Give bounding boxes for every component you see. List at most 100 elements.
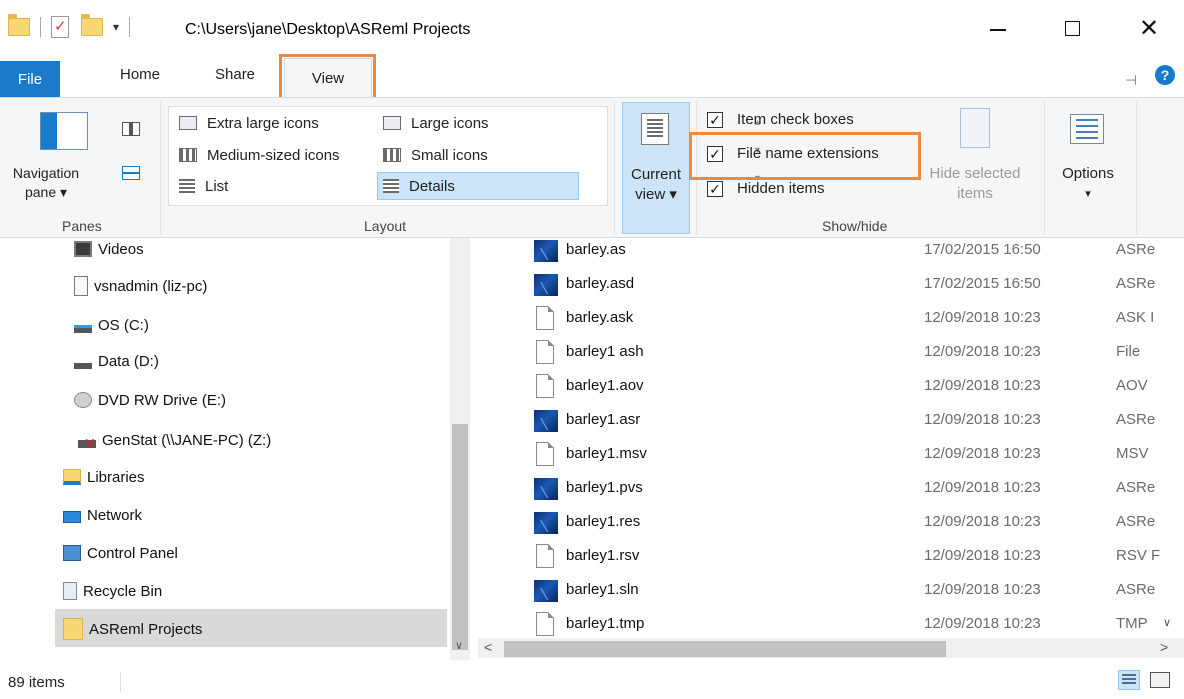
file-name-extensions-option[interactable]: ✓ File name extensions	[707, 145, 879, 162]
file-name-extensions-checkbox[interactable]: ✓	[707, 145, 723, 162]
maximize-button[interactable]	[1049, 10, 1095, 46]
horizontal-scrollbar-thumb[interactable]	[504, 641, 946, 657]
tab-home[interactable]: Home	[120, 66, 160, 83]
customize-toolbar-dropdown[interactable]: ▾	[113, 20, 119, 34]
nav-item-label: Control Panel	[87, 544, 178, 562]
disconnected-network-drive-icon: ✕	[78, 436, 96, 450]
options-button[interactable]: Options ▾	[1052, 164, 1124, 204]
file-row[interactable]: barley1.tmp 12/09/2018 10:23 TMP	[478, 608, 1184, 642]
large-icons-view-toggle-icon[interactable]	[1150, 672, 1170, 688]
drive-icon	[74, 363, 92, 369]
navigation-pane-icon[interactable]	[40, 112, 88, 150]
layout-small-icons[interactable]: Small icons	[383, 143, 488, 167]
new-folder-icon[interactable]	[81, 14, 103, 36]
navigation-pane-button[interactable]: Navigation pane ▾	[6, 164, 86, 202]
asreml-file-icon	[534, 240, 558, 262]
layout-item-label: Large icons	[411, 114, 489, 132]
item-count: 89 items	[8, 674, 65, 691]
file-name: barley.as	[566, 241, 626, 258]
scroll-down-icon[interactable]: ∨	[455, 639, 463, 652]
nav-item-network[interactable]: Network	[63, 498, 142, 532]
hidden-items-option[interactable]: ✓ Hidden items	[707, 180, 825, 197]
file-row[interactable]: barley1.res 12/09/2018 10:23 ASRe	[478, 506, 1184, 540]
layout-extra-large-icons[interactable]: Extra large icons	[179, 111, 319, 135]
file-name: barley1.tmp	[566, 615, 645, 632]
tab-share[interactable]: Share	[215, 66, 255, 83]
file-row[interactable]: barley.as 17/02/2015 16:50 ASRe	[478, 238, 1184, 268]
control-panel-icon	[63, 545, 81, 561]
tab-view-label: View	[311, 69, 345, 87]
nav-pane-scrollbar-thumb[interactable]	[452, 424, 468, 650]
nav-item-libraries[interactable]: Libraries	[63, 460, 145, 494]
nav-item-data-drive[interactable]: Data (D:)	[74, 344, 159, 378]
hide-selected-items-button[interactable]: Hide selected items	[916, 164, 1034, 204]
file-row[interactable]: barley1.aov 12/09/2018 10:23 AOV	[478, 370, 1184, 404]
hidden-items-checkbox[interactable]: ✓	[707, 180, 723, 197]
generic-file-icon	[536, 442, 554, 466]
videos-folder-icon	[74, 241, 92, 257]
layout-item-label: List	[205, 177, 229, 195]
details-view-icon	[383, 179, 399, 193]
pin-ribbon-icon[interactable]: ⊣	[1125, 72, 1137, 89]
item-check-boxes-checkbox[interactable]: ✓	[707, 111, 723, 128]
file-row[interactable]: barley1.pvs 12/09/2018 10:23 ASRe	[478, 472, 1184, 506]
file-type: ASK I	[1116, 309, 1155, 326]
vertical-scroll-down-icon[interactable]: ∨	[1163, 616, 1171, 629]
window-title: C:\Users\jane\Desktop\ASReml Projects	[185, 21, 471, 38]
folder-icon	[8, 14, 30, 36]
scroll-right-icon[interactable]: >	[1160, 639, 1168, 655]
help-icon[interactable]: ?	[1155, 65, 1175, 85]
close-button[interactable]: ✕	[1126, 10, 1172, 46]
nav-item-vsnadmin[interactable]: vsnadmin (liz-pc)	[74, 269, 207, 303]
preview-pane-icon[interactable]	[122, 122, 140, 136]
nav-item-asreml-projects[interactable]: ASReml Projects	[63, 612, 202, 646]
tab-view[interactable]: View	[284, 58, 372, 97]
layout-list[interactable]: List	[179, 174, 228, 198]
file-row[interactable]: barley1.sln 12/09/2018 10:23 ASRe	[478, 574, 1184, 608]
status-bar: 89 items	[0, 660, 1184, 699]
current-view-icon	[641, 113, 669, 145]
panes-group-label: Panes	[62, 218, 102, 234]
close-icon: ✕	[1138, 14, 1160, 42]
file-row[interactable]: barley1.msv 12/09/2018 10:23 MSV	[478, 438, 1184, 472]
file-row[interactable]: barley1.rsv 12/09/2018 10:23 RSV F	[478, 540, 1184, 574]
generic-file-icon	[536, 544, 554, 568]
file-row[interactable]: barley1.asr 12/09/2018 10:23 ASRe	[478, 404, 1184, 438]
tab-file[interactable]: File	[0, 61, 60, 97]
layout-item-label: Medium-sized icons	[207, 146, 340, 164]
file-date: 12/09/2018 10:23	[924, 479, 1041, 496]
layout-large-icons[interactable]: Large icons	[383, 111, 489, 135]
nav-item-label: OS (C:)	[98, 316, 149, 334]
scroll-left-icon[interactable]: <	[484, 639, 492, 655]
extra-large-icons-icon	[179, 116, 197, 130]
details-view-toggle-icon[interactable]	[1118, 670, 1140, 690]
file-date: 12/09/2018 10:23	[924, 445, 1041, 462]
file-type: MSV	[1116, 445, 1149, 462]
layout-medium-icons[interactable]: Medium-sized icons	[179, 143, 340, 167]
file-date: 17/02/2015 16:50	[924, 275, 1041, 292]
details-pane-icon[interactable]	[122, 166, 140, 180]
file-date: 12/09/2018 10:23	[924, 513, 1041, 530]
nav-item-label: Libraries	[87, 468, 145, 486]
group-divider	[696, 102, 697, 235]
nav-item-genstat[interactable]: ✕ GenStat (\\JANE-PC) (Z:)	[78, 423, 271, 457]
options-icon[interactable]	[1070, 114, 1104, 144]
file-row[interactable]: barley1 ash 12/09/2018 10:23 File	[478, 336, 1184, 370]
file-date: 12/09/2018 10:23	[924, 377, 1041, 394]
file-date: 17/02/2015 16:50	[924, 241, 1041, 258]
nav-item-control-panel[interactable]: Control Panel	[63, 536, 178, 570]
file-name: barley1.rsv	[566, 547, 640, 564]
file-row[interactable]: barley.ask 12/09/2018 10:23 ASK I	[478, 302, 1184, 336]
file-row[interactable]: barley.asd 17/02/2015 16:50 ASRe	[478, 268, 1184, 302]
nav-item-recycle-bin[interactable]: Recycle Bin	[63, 574, 162, 608]
file-name: barley1.pvs	[566, 479, 643, 496]
nav-item-os-drive[interactable]: OS (C:)	[74, 308, 149, 342]
properties-icon[interactable]	[51, 16, 69, 38]
nav-item-dvd-drive[interactable]: DVD RW Drive (E:)	[74, 383, 226, 417]
item-check-boxes-option[interactable]: ✓ Item check boxes	[707, 111, 854, 128]
layout-details[interactable]: Details	[383, 174, 455, 198]
minimize-button[interactable]	[975, 10, 1021, 46]
current-view-button[interactable]: Current view ▾	[622, 102, 690, 234]
nav-item-videos[interactable]: Videos	[74, 238, 144, 266]
file-type: File	[1116, 343, 1141, 360]
